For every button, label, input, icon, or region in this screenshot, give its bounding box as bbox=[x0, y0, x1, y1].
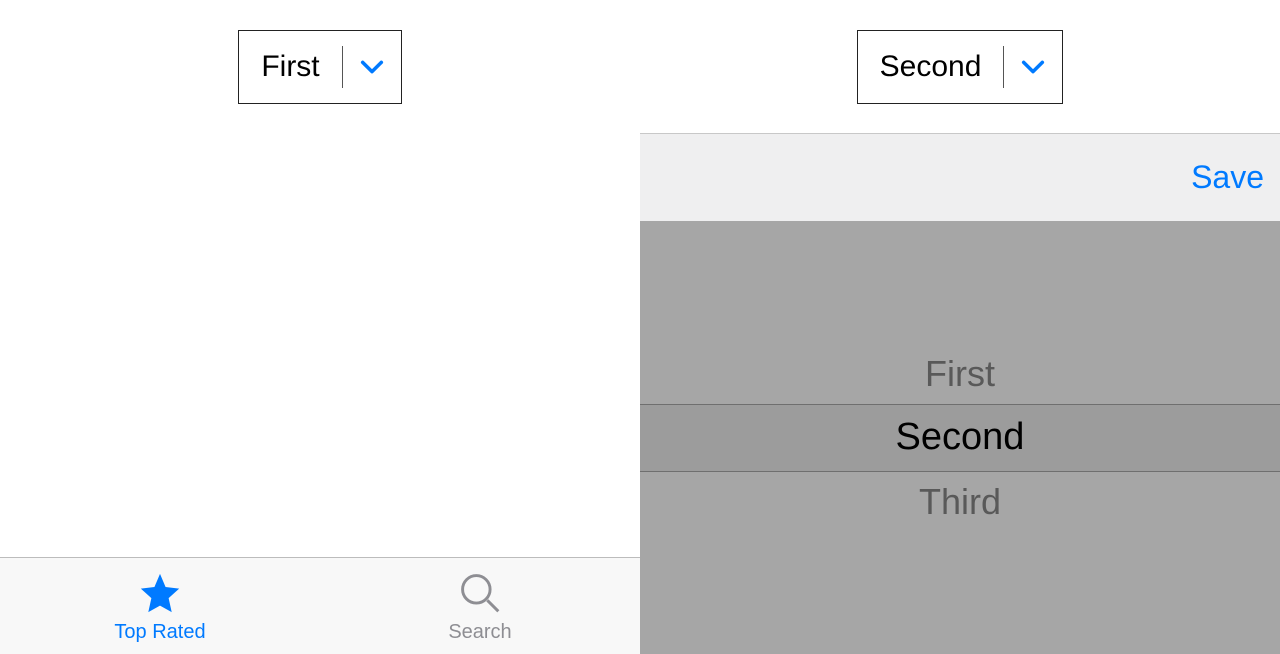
tab-bar: Top Rated Search bbox=[0, 557, 640, 654]
chevron-down-icon bbox=[1004, 53, 1062, 81]
picker-wheel[interactable]: First Second Third bbox=[640, 221, 1280, 654]
right-pane: Second Save First Second Third bbox=[640, 0, 1280, 654]
tab-top-rated[interactable]: Top Rated bbox=[0, 558, 320, 654]
left-pane: First Top Rated bbox=[0, 0, 640, 654]
picker-items: First Second Third bbox=[640, 342, 1280, 534]
picker-option-second[interactable]: Second bbox=[640, 406, 1280, 470]
tab-search[interactable]: Search bbox=[320, 558, 640, 654]
search-icon bbox=[458, 569, 502, 617]
tab-top-rated-label: Top Rated bbox=[114, 621, 205, 644]
dropdown-first-label: First bbox=[239, 50, 341, 84]
dropdown-area-right: Second bbox=[640, 0, 1280, 104]
picker-option-third[interactable]: Third bbox=[640, 470, 1280, 534]
picker-overlay: Save First Second Third bbox=[640, 133, 1280, 654]
dropdown-second-label: Second bbox=[858, 50, 1004, 84]
picker-option-first[interactable]: First bbox=[640, 342, 1280, 406]
star-icon bbox=[136, 569, 184, 617]
picker-toolbar: Save bbox=[640, 133, 1280, 221]
tab-search-label: Search bbox=[448, 621, 511, 644]
dropdown-first[interactable]: First bbox=[238, 30, 401, 104]
save-button[interactable]: Save bbox=[1191, 159, 1264, 196]
chevron-down-icon bbox=[343, 53, 401, 81]
dropdown-area-left: First bbox=[0, 0, 640, 104]
dropdown-second[interactable]: Second bbox=[857, 30, 1064, 104]
